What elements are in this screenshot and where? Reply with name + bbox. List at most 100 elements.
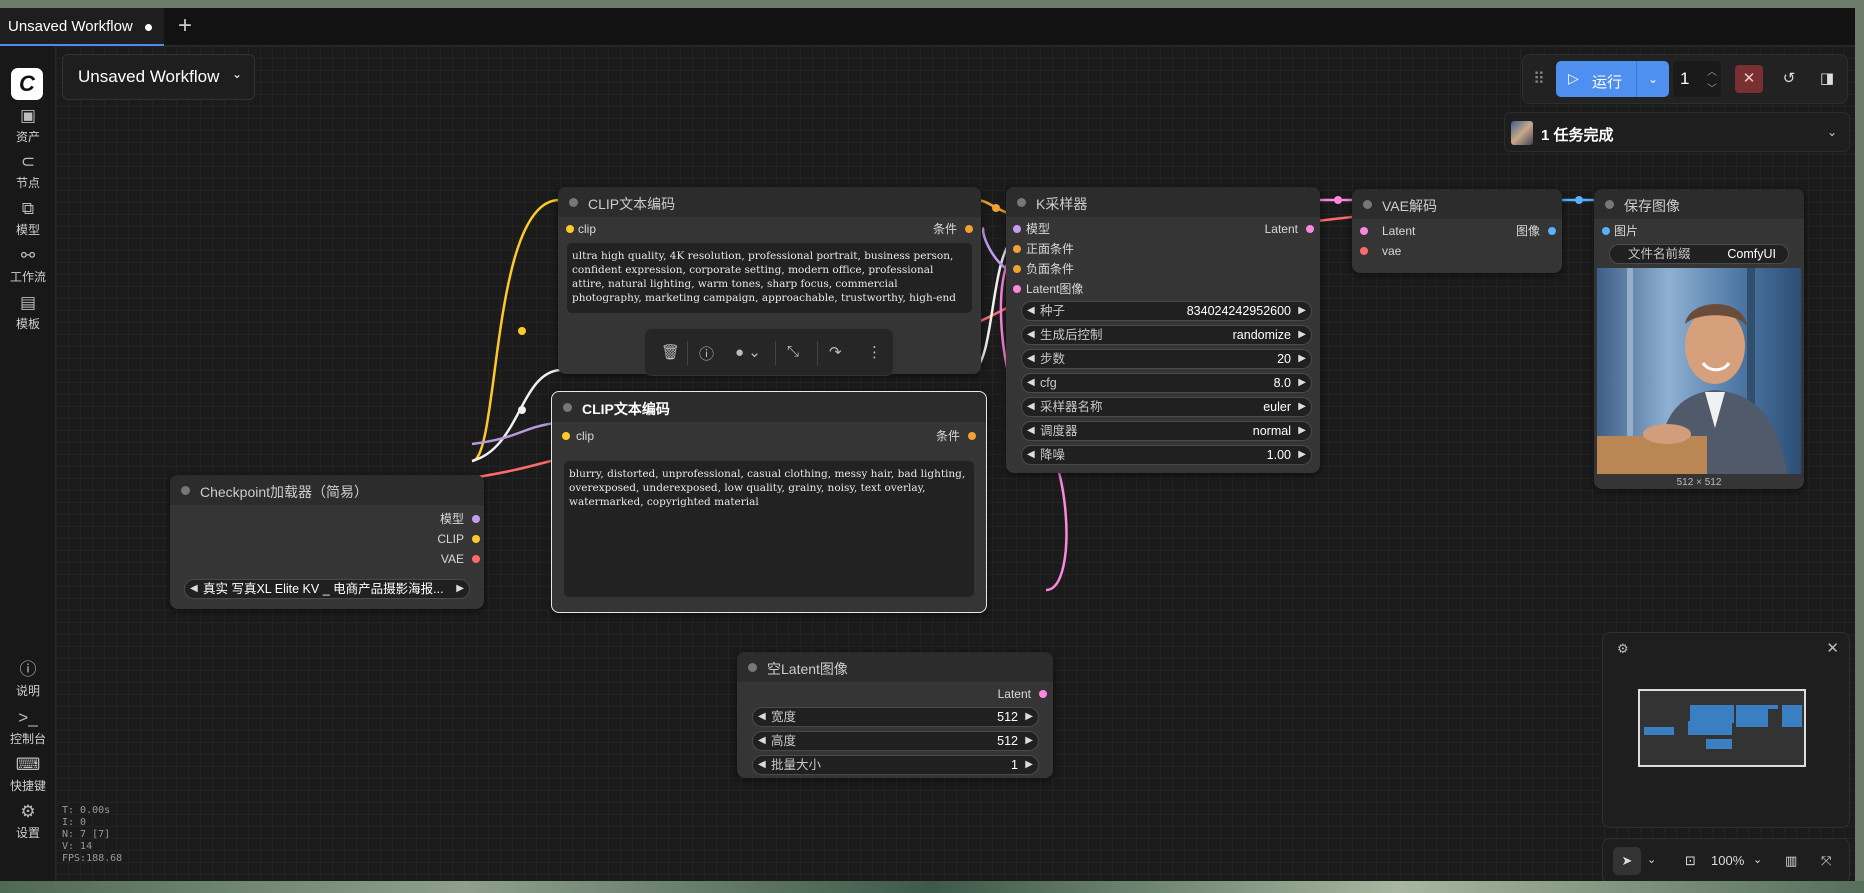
next-arrow-icon[interactable]: ▶ xyxy=(1025,708,1033,726)
latent-output-pin[interactable] xyxy=(1306,225,1314,233)
minimap-toggle-icon[interactable]: ▥ xyxy=(1785,853,1797,869)
prev-arrow-icon[interactable]: ◀ xyxy=(758,708,766,726)
drag-handle-icon[interactable]: ⠿ xyxy=(1533,69,1545,89)
seed-widget[interactable]: ◀ 种子 834024242952600 ▶ xyxy=(1021,301,1312,321)
minimap-viewport[interactable] xyxy=(1638,689,1806,767)
more-options-icon[interactable]: ⋮ xyxy=(867,343,882,361)
model-input-pin[interactable] xyxy=(1013,225,1021,233)
close-icon[interactable]: ✕ xyxy=(1826,639,1839,657)
sidebar-item-nodes[interactable]: ⊂ 节点 xyxy=(0,150,56,200)
prev-arrow-icon[interactable]: ◀ xyxy=(758,756,766,774)
next-arrow-icon[interactable]: ▶ xyxy=(1025,756,1033,774)
collapse-dot-icon[interactable] xyxy=(1605,200,1614,209)
chevron-down-icon[interactable]: ⌄ xyxy=(1647,853,1656,866)
node-title[interactable]: CLIP文本编码 xyxy=(552,392,986,422)
node-vae-decode[interactable]: VAE解码 Latent vae 图像 xyxy=(1352,189,1562,273)
batch-size-widget[interactable]: ◀ 批量大小 1 ▶ xyxy=(752,755,1039,775)
fit-view-icon[interactable]: ⊡ xyxy=(1685,853,1696,869)
chevron-down-icon[interactable]: ⌄ xyxy=(1753,853,1762,866)
vae-output-pin[interactable] xyxy=(472,555,480,563)
next-arrow-icon[interactable]: ▶ xyxy=(1298,422,1306,440)
latent-output-pin[interactable] xyxy=(1039,690,1047,698)
hide-links-icon[interactable]: ⤧ xyxy=(1821,853,1831,869)
ckpt-name-select[interactable]: ◀ 真实 写真XL Elite KV _ 电商产品摄影海报... ▶ xyxy=(184,579,470,599)
next-arrow-icon[interactable]: ▶ xyxy=(1298,302,1306,320)
collapse-dot-icon[interactable] xyxy=(748,663,757,672)
collapse-dot-icon[interactable] xyxy=(181,486,190,495)
height-widget[interactable]: ◀ 高度 512 ▶ xyxy=(752,731,1039,751)
prev-arrow-icon[interactable]: ◀ xyxy=(1027,422,1035,440)
info-icon[interactable]: ⓘ xyxy=(699,343,714,364)
batch-count-input[interactable]: 1 ︿ ﹀ xyxy=(1673,61,1721,97)
sidebar-item-console[interactable]: >_ 控制台 xyxy=(0,706,56,756)
denoise-widget[interactable]: ◀ 降噪 1.00 ▶ xyxy=(1021,445,1312,465)
next-arrow-icon[interactable]: ▶ xyxy=(1298,350,1306,368)
collapse-dot-icon[interactable] xyxy=(1017,198,1026,207)
run-mode-dropdown[interactable]: ⌄ xyxy=(1636,61,1669,97)
node-ksampler[interactable]: K采样器 模型 正面条件 负面条件 Latent图像 Latent ◀ 种子 8… xyxy=(1006,187,1320,473)
color-picker-icon[interactable]: ● ⌄ xyxy=(735,343,761,361)
sidebar-item-shortcuts[interactable]: ⌨ 快捷键 xyxy=(0,753,56,803)
select-mode-icon[interactable]: ➤ xyxy=(1613,847,1641,875)
prev-arrow-icon[interactable]: ◀ xyxy=(1027,446,1035,464)
sidebar-item-settings[interactable]: ⚙ 设置 xyxy=(0,800,56,850)
node-save-image[interactable]: 保存图像 图片 文件名前缀 ComfyUI 512 × 512 xyxy=(1594,189,1804,489)
minimap-settings-icon[interactable]: ⚙ xyxy=(1617,641,1629,657)
next-arrow-icon[interactable]: ▶ xyxy=(1298,398,1306,416)
node-title[interactable]: CLIP文本编码 xyxy=(558,187,981,217)
node-title[interactable]: VAE解码 xyxy=(1352,189,1562,219)
prompt-textarea[interactable]: blurry, distorted, unprofessional, casua… xyxy=(564,461,974,597)
prev-arrow-icon[interactable]: ◀ xyxy=(1027,326,1035,344)
sidebar-item-workflows[interactable]: ⚯ 工作流 xyxy=(0,244,56,294)
node-title[interactable]: 保存图像 xyxy=(1594,189,1804,219)
vae-input-pin[interactable] xyxy=(1360,247,1368,255)
bypass-icon[interactable]: ↷ xyxy=(829,343,842,361)
conditioning-output-pin[interactable] xyxy=(965,225,973,233)
collapse-icon[interactable]: ⤡ xyxy=(787,343,799,360)
zoom-level[interactable]: 100% xyxy=(1711,853,1744,868)
clip-output-pin[interactable] xyxy=(472,535,480,543)
sidebar-item-templates[interactable]: ▤ 模板 xyxy=(0,291,56,341)
next-arrow-icon[interactable]: ▶ xyxy=(456,580,464,598)
next-arrow-icon[interactable]: ▶ xyxy=(1025,732,1033,750)
prev-arrow-icon[interactable]: ◀ xyxy=(1027,302,1035,320)
prev-arrow-icon[interactable]: ◀ xyxy=(758,732,766,750)
image-input-pin[interactable] xyxy=(1602,227,1610,235)
negative-input-pin[interactable] xyxy=(1013,265,1021,273)
node-title[interactable]: K采样器 xyxy=(1006,187,1320,217)
queue-status-bar[interactable]: 1 任务完成 ⌄ xyxy=(1504,112,1850,152)
model-output-pin[interactable] xyxy=(472,515,480,523)
prev-arrow-icon[interactable]: ◀ xyxy=(1027,398,1035,416)
prev-arrow-icon[interactable]: ◀ xyxy=(1027,350,1035,368)
collapse-dot-icon[interactable] xyxy=(563,403,572,412)
workflow-title-dropdown[interactable]: Unsaved Workflow ⌄ xyxy=(62,54,255,100)
latent-input-pin[interactable] xyxy=(1013,285,1021,293)
image-output-pin[interactable] xyxy=(1548,227,1556,235)
cancel-run-button[interactable]: ✕ xyxy=(1735,65,1763,93)
run-button[interactable]: ▷ 运行 ⌄ xyxy=(1556,61,1669,97)
sidebar-item-models[interactable]: ⧉ 模型 xyxy=(0,197,56,247)
comfy-logo[interactable]: C xyxy=(11,68,43,100)
collapse-dot-icon[interactable] xyxy=(1363,200,1372,209)
positive-input-pin[interactable] xyxy=(1013,245,1021,253)
next-arrow-icon[interactable]: ▶ xyxy=(1298,326,1306,344)
sidebar-item-help[interactable]: ⓘ 说明 xyxy=(0,658,56,708)
prev-arrow-icon[interactable]: ◀ xyxy=(1027,374,1035,392)
sidebar-item-assets[interactable]: ▣ 资产 xyxy=(0,104,56,154)
prev-arrow-icon[interactable]: ◀ xyxy=(190,580,198,598)
collapse-dot-icon[interactable] xyxy=(569,198,578,207)
node-title[interactable]: Checkpoint加载器（简易） xyxy=(170,475,484,505)
delete-icon[interactable]: 🗑 xyxy=(661,343,680,361)
history-icon[interactable]: ↺ xyxy=(1775,65,1803,93)
latent-input-pin[interactable] xyxy=(1360,227,1368,235)
clip-input-pin[interactable] xyxy=(566,225,574,233)
filename-prefix-widget[interactable]: 文件名前缀 ComfyUI xyxy=(1609,244,1789,264)
width-widget[interactable]: ◀ 宽度 512 ▶ xyxy=(752,707,1039,727)
node-clip-text-encode-negative[interactable]: CLIP文本编码 clip 条件 blurry, distorted, unpr… xyxy=(551,391,987,613)
increment-icon[interactable]: ︿ xyxy=(1707,63,1717,78)
node-empty-latent-image[interactable]: 空Latent图像 Latent ◀ 宽度 512 ▶ ◀ 高度 512 ▶ ◀… xyxy=(737,652,1053,778)
node-checkpoint-loader[interactable]: Checkpoint加载器（简易） 模型 CLIP VAE ◀ 真实 写真XL … xyxy=(170,475,484,609)
next-arrow-icon[interactable]: ▶ xyxy=(1298,374,1306,392)
cfg-widget[interactable]: ◀ cfg 8.0 ▶ xyxy=(1021,373,1312,393)
node-title[interactable]: 空Latent图像 xyxy=(737,652,1053,682)
